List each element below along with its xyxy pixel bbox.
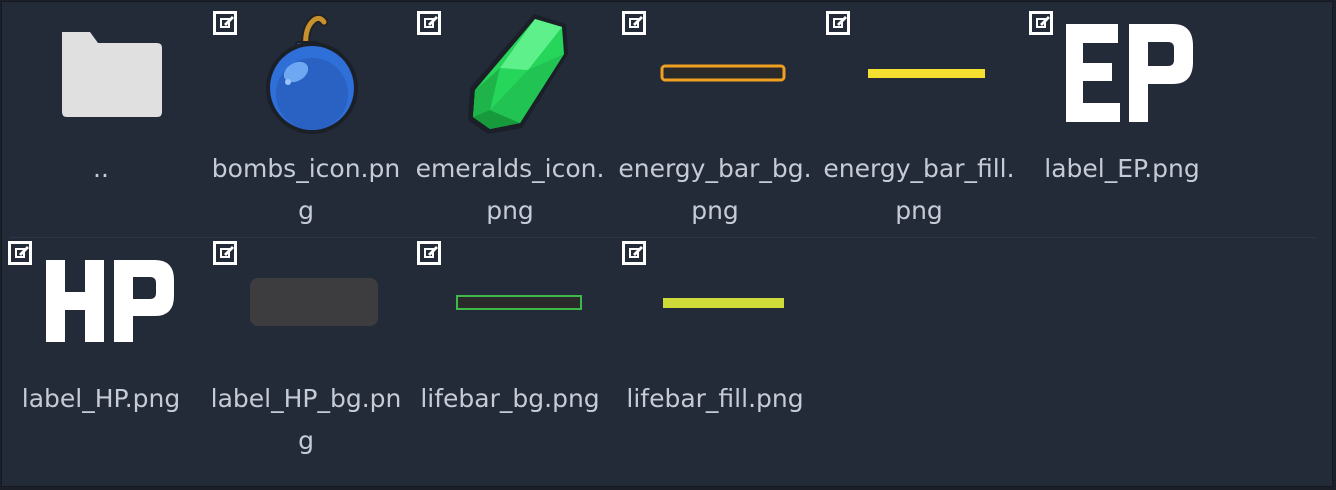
file-item-bombs-icon[interactable]: bombs_icon.png — [212, 10, 412, 230]
thumbnail — [825, 10, 1025, 150]
file-name: lifebar_fill.png — [626, 384, 804, 413]
label-ep-preview — [1066, 24, 1193, 122]
file-name: .. — [93, 154, 109, 183]
file-item-parent-folder[interactable]: .. — [7, 10, 207, 230]
lifebar-fill-preview — [663, 298, 784, 308]
file-item-label-ep[interactable]: label_EP.png — [1028, 10, 1228, 230]
file-name: label_HP_bg.png — [210, 384, 402, 455]
label-hp-bg-preview — [250, 278, 378, 326]
file-name: lifebar_bg.png — [420, 384, 600, 413]
thumbnail — [7, 10, 207, 150]
energy-bar-fill-preview — [868, 69, 985, 78]
energy-bar-bg-preview — [660, 64, 786, 82]
file-item-energy-bar-bg[interactable]: energy_bar_bg.png — [618, 10, 821, 230]
file-name: label_HP.png — [21, 384, 181, 413]
file-name: bombs_icon.png — [211, 154, 401, 225]
file-item-label-hp[interactable]: label_HP.png — [7, 240, 207, 460]
file-browser-panel: .. bombs_icon.png emeralds_icon.png ener… — [1, 1, 1333, 487]
bomb-icon — [266, 13, 358, 134]
file-item-energy-bar-fill[interactable]: energy_bar_fill.png — [823, 10, 1025, 230]
thumbnail — [416, 240, 616, 380]
file-item-emeralds-icon[interactable]: emeralds_icon.png — [416, 10, 616, 230]
thumbnail — [7, 240, 207, 380]
file-name: energy_bar_bg.png — [618, 154, 812, 225]
thumbnail — [212, 240, 412, 380]
lifebar-bg-preview — [456, 295, 582, 310]
folder-icon — [62, 32, 162, 117]
thumbnail — [621, 10, 821, 150]
thumbnail — [1028, 10, 1228, 150]
file-name: energy_bar_fill.png — [823, 154, 1015, 225]
file-name: label_EP.png — [1044, 154, 1200, 183]
thumbnail — [621, 240, 821, 380]
file-item-lifebar-fill[interactable]: lifebar_fill.png — [621, 240, 821, 460]
thumbnail — [212, 10, 412, 150]
file-item-lifebar-bg[interactable]: lifebar_bg.png — [416, 240, 616, 460]
file-name: emeralds_icon.png — [415, 154, 605, 225]
thumbnail — [416, 10, 616, 150]
file-item-label-hp-bg[interactable]: label_HP_bg.png — [211, 240, 412, 460]
row-divider — [10, 237, 1316, 238]
emerald-icon — [468, 14, 568, 134]
label-hp-preview — [46, 260, 174, 342]
